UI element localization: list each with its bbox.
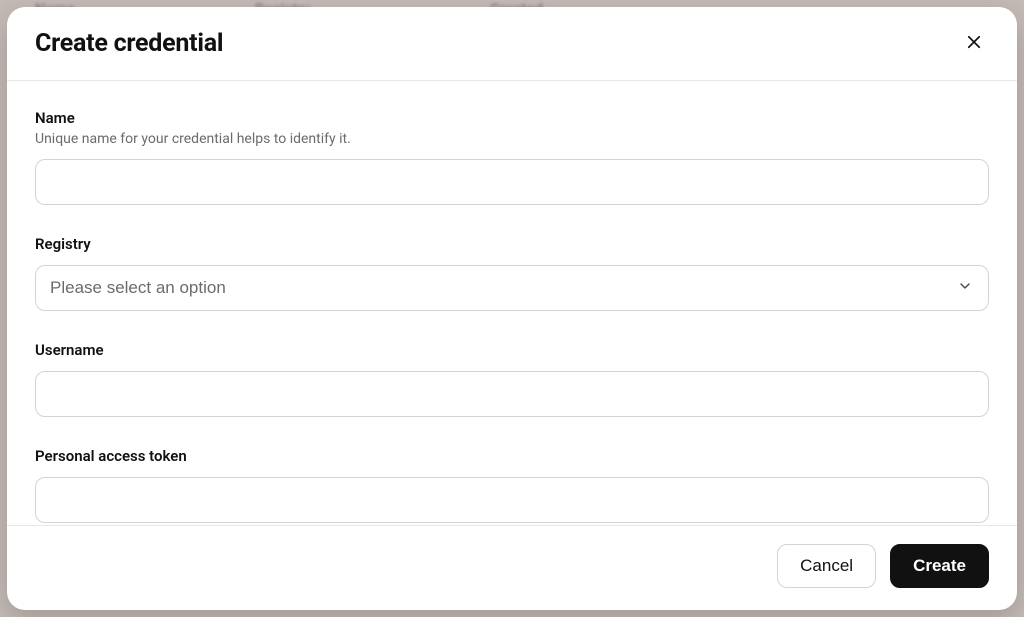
token-input[interactable] <box>35 477 989 523</box>
registry-select-wrap: Please select an option <box>35 265 989 311</box>
field-name: Name Unique name for your credential hel… <box>35 109 989 205</box>
field-registry: Registry Please select an option <box>35 235 989 311</box>
token-label: Personal access token <box>35 447 989 465</box>
close-button[interactable] <box>959 27 989 60</box>
modal-footer: Cancel Create <box>7 525 1017 610</box>
create-credential-modal: Create credential Name Unique name for y… <box>7 7 1017 610</box>
field-username: Username <box>35 341 989 417</box>
name-input[interactable] <box>35 159 989 205</box>
username-label: Username <box>35 341 989 359</box>
name-label: Name <box>35 109 989 127</box>
name-description: Unique name for your credential helps to… <box>35 131 989 147</box>
close-icon <box>965 33 983 54</box>
field-token: Personal access token <box>35 447 989 523</box>
registry-select-placeholder: Please select an option <box>50 278 226 298</box>
create-button[interactable]: Create <box>890 544 989 588</box>
modal-title: Create credential <box>35 29 223 58</box>
registry-select[interactable]: Please select an option <box>35 265 989 311</box>
modal-body: Name Unique name for your credential hel… <box>7 81 1017 525</box>
cancel-button[interactable]: Cancel <box>777 544 876 588</box>
registry-label: Registry <box>35 235 989 253</box>
username-input[interactable] <box>35 371 989 417</box>
modal-header: Create credential <box>7 7 1017 81</box>
